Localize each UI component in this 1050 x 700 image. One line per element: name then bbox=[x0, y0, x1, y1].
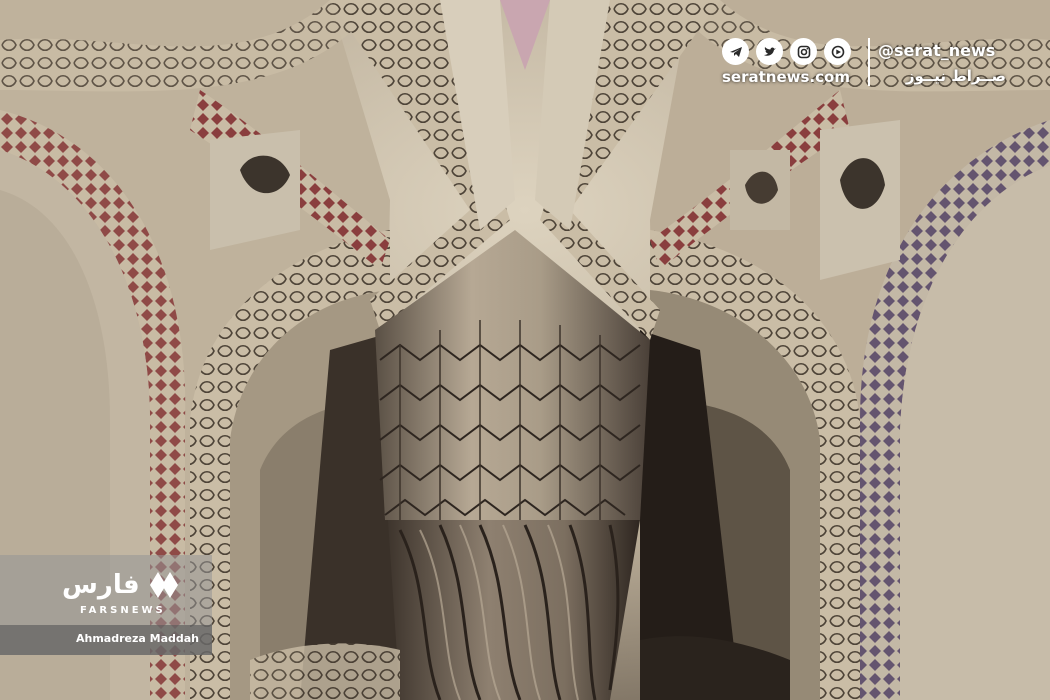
instagram-icon bbox=[790, 38, 817, 65]
farsnews-logo: فارس bbox=[62, 565, 182, 605]
social-handle-fa: صــراط نیــوز bbox=[905, 67, 1006, 85]
social-icons bbox=[722, 38, 851, 66]
farsnews-logo-fa: فارس bbox=[62, 570, 140, 600]
photographer-credit: Ahmadreza Maddah bbox=[76, 632, 200, 645]
social-overlay: seratnews.com @serat_news صــراط نیــوز bbox=[718, 36, 1020, 90]
mosque-vault-photo: seratnews.com @serat_news صــراط نیــوز … bbox=[0, 0, 1050, 700]
social-handle: @serat_news bbox=[878, 41, 996, 60]
photographer-credit-bar: Ahmadreza Maddah bbox=[0, 625, 212, 655]
twitter-icon bbox=[756, 38, 783, 65]
overlay-divider bbox=[868, 38, 870, 86]
farsnews-diamond-icon bbox=[149, 572, 178, 598]
telegram-icon bbox=[722, 38, 749, 65]
aparat-icon bbox=[824, 38, 851, 65]
site-url: seratnews.com bbox=[722, 68, 850, 86]
farsnews-logo-en: FARSNEWS bbox=[80, 605, 166, 616]
farsnews-watermark: فارس FARSNEWS Ahmadreza Maddah bbox=[0, 555, 212, 655]
